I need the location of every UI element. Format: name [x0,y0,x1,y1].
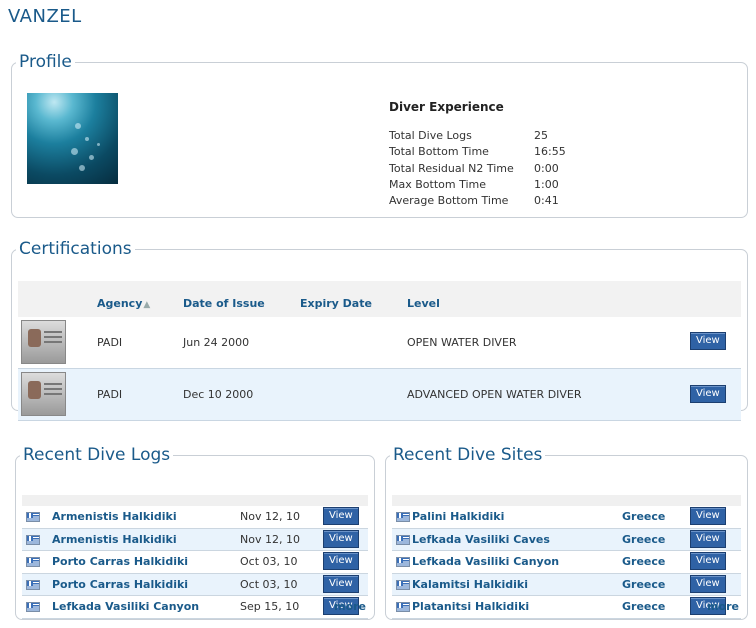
dive-site-link[interactable]: Platanitsi Halkidiki [412,600,529,613]
greece-flag-icon [26,579,40,590]
dive-log-date: Nov 12, 10 [240,510,300,523]
dive-site-country: Greece [622,577,666,591]
dive-log-item: Lefkada Vasiliki Canyon Sep 15, 10 View [22,596,368,619]
stat-row: Max Bottom Time 1:00 [389,178,594,194]
stat-row: Total Dive Logs 25 [389,129,594,145]
dive-log-link[interactable]: Porto Carras Halkidiki [52,578,188,591]
dive-log-link[interactable]: Armenistis Halkidiki [52,533,177,546]
dive-site-item: Platanitsi Halkidiki Greece View [392,596,741,619]
column-header-level[interactable]: Level [407,297,440,310]
dive-log-item: Porto Carras Halkidiki Oct 03, 10 View [22,551,368,574]
dive-site-item: Lefkada Vasiliki Canyon Greece View [392,551,741,574]
cert-agency: PADI [97,336,123,349]
dive-log-link[interactable]: Porto Carras Halkidiki [52,555,188,568]
recent-dive-logs-panel: Recent Dive Logs Armenistis Halkidiki No… [15,445,375,620]
more-dive-sites-link[interactable]: more [707,600,739,613]
certifications-table-header: Agency▲ Date of Issue Expiry Date Level [18,281,741,317]
experience-stats: Total Dive Logs 25 Total Bottom Time 16:… [389,129,594,210]
view-button[interactable]: View [690,507,726,525]
dive-log-item: Armenistis Halkidiki Nov 12, 10 View [22,528,368,551]
greece-flag-icon [26,512,40,522]
dive-site-link[interactable]: Kalamitsi Halkidiki [412,578,528,591]
dive-log-date: Oct 03, 10 [240,577,298,591]
dive-site-country: Greece [622,600,666,613]
view-button[interactable]: View [323,552,359,570]
stat-label: Average Bottom Time [389,194,509,208]
greece-flag-icon [26,557,40,567]
cert-date-of-issue: Dec 10 2000 [183,388,254,401]
stat-value: 0:00 [534,161,559,175]
certifications-legend: Certifications [19,239,132,259]
dive-site-item: Palini Halkidiki Greece View [392,506,741,529]
profile-panel: Profile Diver Experience Total Dive Logs… [11,52,748,218]
certification-row: PADI Jun 24 2000 OPEN WATER DIVER View [18,317,741,369]
dive-site-country: Greece [622,555,666,568]
dive-site-link[interactable]: Lefkada Vasiliki Canyon [412,555,559,568]
cert-agency: PADI [97,388,123,401]
dive-log-item: Porto Carras Halkidiki Oct 03, 10 View [22,573,368,596]
stat-value: 1:00 [534,177,559,191]
dive-log-link[interactable]: Lefkada Vasiliki Canyon [52,600,199,613]
profile-legend: Profile [19,52,72,72]
greece-flag-icon [396,557,410,567]
view-button[interactable]: View [690,385,726,403]
stat-label: Total Bottom Time [389,145,489,159]
dive-log-date: Sep 15, 10 [240,600,300,613]
cert-level: OPEN WATER DIVER [407,336,517,349]
greece-flag-icon [396,602,410,612]
dive-site-country: Greece [622,532,666,546]
view-button[interactable]: View [690,529,726,548]
stat-value: 16:55 [534,145,566,159]
recent-dive-sites-panel: Recent Dive Sites Palini Halkidiki Greec… [385,445,748,620]
recent-dive-logs-legend: Recent Dive Logs [23,445,171,465]
dive-site-item: Lefkada Vasiliki Caves Greece View [392,528,741,551]
stat-label: Total Residual N2 Time [389,161,514,175]
column-header-expiry-date[interactable]: Expiry Date [300,297,372,310]
greece-flag-icon [396,534,410,545]
certification-row: PADI Dec 10 2000 ADVANCED OPEN WATER DIV… [18,369,741,421]
greece-flag-icon [26,534,40,545]
view-button[interactable]: View [323,507,359,525]
dive-site-item: Kalamitsi Halkidiki Greece View [392,573,741,596]
view-button[interactable]: View [323,574,359,593]
dive-log-date: Oct 03, 10 [240,555,298,568]
column-header-date-of-issue[interactable]: Date of Issue [183,297,265,310]
profile-photo [27,93,118,184]
list-header [392,495,741,506]
certification-card-thumbnail[interactable] [21,320,66,364]
stat-row: Total Residual N2 Time 0:00 [389,162,594,178]
greece-flag-icon [396,512,410,522]
dive-log-date: Nov 12, 10 [240,532,300,546]
cert-date-of-issue: Jun 24 2000 [183,336,250,349]
dive-site-country: Greece [622,510,666,523]
certification-card-thumbnail[interactable] [21,372,66,416]
dive-log-item: Armenistis Halkidiki Nov 12, 10 View [22,506,368,529]
stat-row: Total Bottom Time 16:55 [389,145,594,161]
dive-site-link[interactable]: Palini Halkidiki [412,510,504,523]
greece-flag-icon [26,602,40,612]
view-button[interactable]: View [323,529,359,548]
certifications-panel: Certifications Agency▲ Date of Issue Exp… [11,239,748,421]
stat-label: Total Dive Logs [389,129,472,142]
dive-site-link[interactable]: Lefkada Vasiliki Caves [412,533,550,546]
view-button[interactable]: View [690,574,726,593]
view-button[interactable]: View [690,332,726,350]
stat-value: 0:41 [534,194,559,208]
column-header-agency[interactable]: Agency▲ [97,297,150,310]
agency-header-label: Agency [97,297,143,310]
more-dive-logs-link[interactable]: more [334,600,366,613]
sort-ascending-icon: ▲ [143,300,151,310]
cert-level: ADVANCED OPEN WATER DIVER [407,388,582,401]
recent-dive-sites-legend: Recent Dive Sites [393,445,543,465]
view-button[interactable]: View [690,552,726,570]
greece-flag-icon [396,579,410,590]
dive-log-link[interactable]: Armenistis Halkidiki [52,510,177,523]
stat-value: 25 [534,129,548,142]
list-header [22,495,368,506]
stat-label: Max Bottom Time [389,177,487,191]
page-title: VANZEL [8,6,82,27]
diver-experience-title: Diver Experience [389,100,504,114]
stat-row: Average Bottom Time 0:41 [389,194,594,210]
